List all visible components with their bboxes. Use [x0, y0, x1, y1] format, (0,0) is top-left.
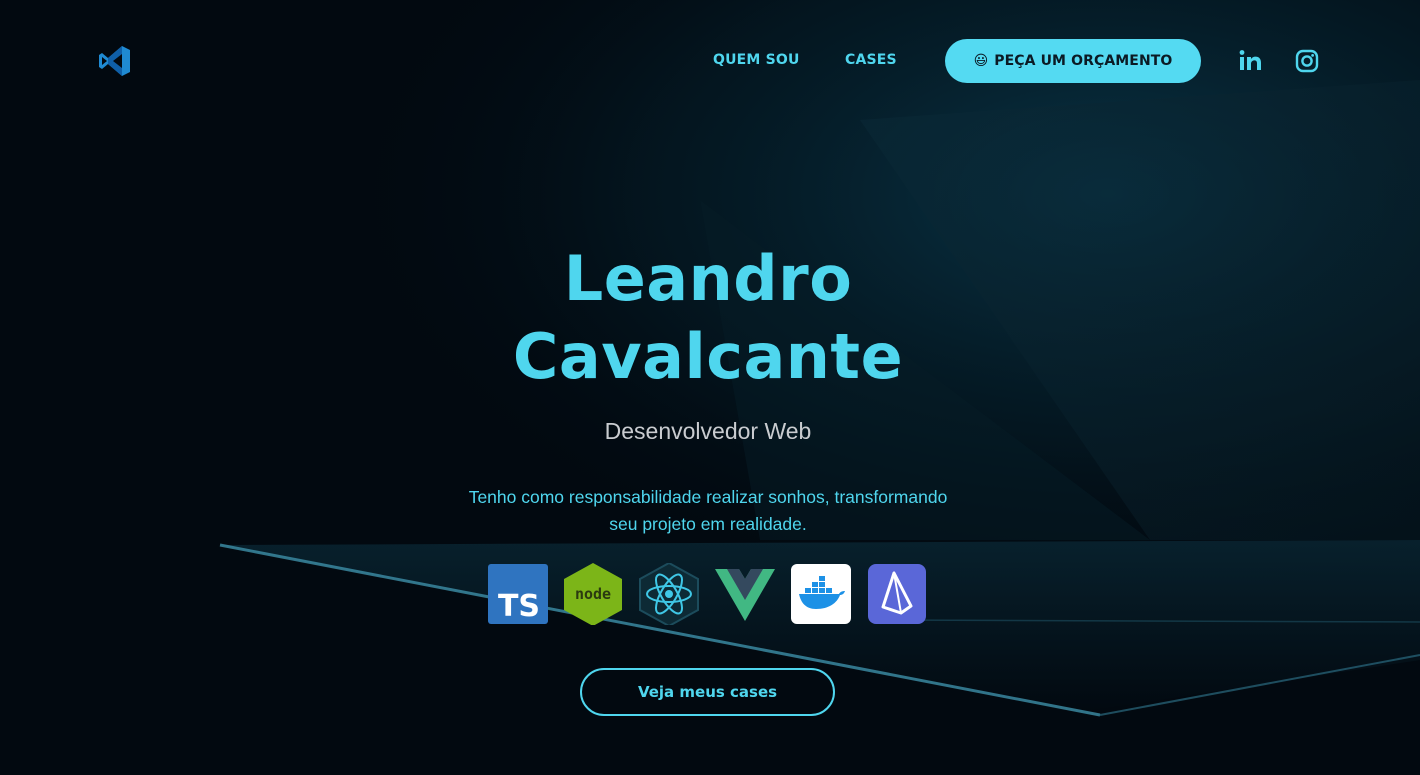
request-quote-button[interactable]: 😃 PEÇA UM ORÇAMENTO	[945, 39, 1201, 83]
nav-link-cases[interactable]: CASES	[845, 52, 897, 68]
hero-tagline-line1: Tenho como responsabilidade realizar son…	[468, 487, 948, 507]
svg-text:node: node	[575, 585, 611, 603]
docker-icon	[791, 563, 851, 625]
instagram-icon[interactable]	[1294, 48, 1320, 74]
prisma-icon	[867, 563, 927, 625]
hero-tagline: Tenho como responsabilidade realizar son…	[410, 484, 1006, 538]
linkedin-icon[interactable]	[1238, 48, 1264, 74]
site-header: QUEM SOU CASES 😃 PEÇA UM ORÇAMENTO	[0, 0, 1420, 122]
vscode-logo-icon[interactable]	[98, 44, 132, 78]
hero-role: Desenvolvedor Web	[604, 418, 812, 444]
react-icon	[639, 563, 699, 625]
svg-text:TS: TS	[498, 589, 540, 624]
hero-tagline-line2: seu projeto em realidade.	[609, 514, 807, 534]
nav-link-quem-sou[interactable]: QUEM SOU	[713, 52, 800, 68]
hero-name-last: Cavalcante	[512, 320, 904, 393]
typescript-icon: TS	[488, 563, 548, 625]
nodejs-icon: node	[563, 563, 623, 625]
view-cases-button[interactable]: Veja meus cases	[580, 668, 835, 716]
smiley-emoji-icon: 😃	[973, 53, 989, 69]
hero-name-first: Leandro	[563, 242, 853, 315]
vue-icon	[715, 563, 775, 625]
request-quote-label: PEÇA UM ORÇAMENTO	[994, 53, 1173, 69]
